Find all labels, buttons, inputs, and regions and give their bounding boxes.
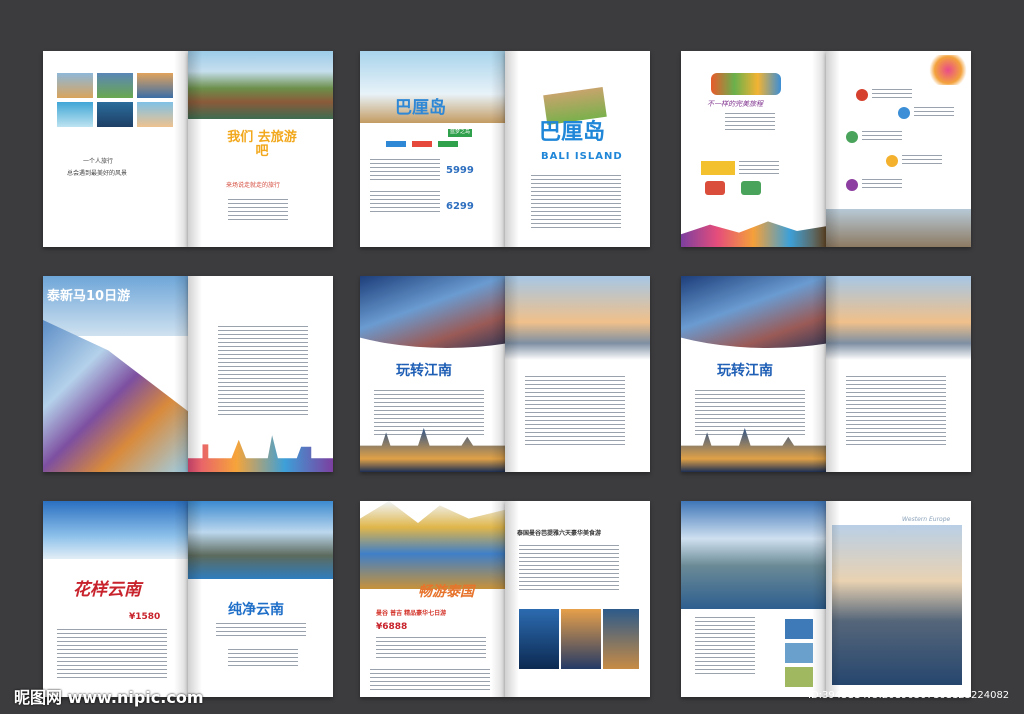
photo-church xyxy=(505,276,650,360)
paint-splash xyxy=(926,55,970,85)
title: 花样云南 xyxy=(73,580,141,600)
spread-8-left: 畅游泰国 曼谷 普吉 精品豪华七日游 ¥6888 xyxy=(360,501,505,697)
photo-thumb xyxy=(137,73,173,98)
spread-3-right xyxy=(826,51,971,247)
banner: 不一样的完美旅程 xyxy=(707,100,763,108)
spread-8-right: 泰国曼谷芭提雅六天豪华美食游 xyxy=(505,501,650,697)
spread-1-left: 一个人旅行 总会遇到最美好的风景 xyxy=(43,51,188,247)
spread-2-right: 巴厘岛 BALI ISLAND xyxy=(505,51,650,247)
photo-resort xyxy=(603,609,639,669)
title-en: Western Europe xyxy=(902,516,951,523)
spread-9-right: Western Europe xyxy=(826,501,971,697)
photo-village xyxy=(188,501,333,579)
watermark-id: ID:394311 NO:20190307161123224082 xyxy=(808,690,1010,701)
photo-collage xyxy=(43,320,188,472)
spread-3-left: 不一样的完美旅程 xyxy=(681,51,826,247)
title-en: BALI ISLAND xyxy=(541,151,623,162)
city-photo xyxy=(826,209,971,247)
spread-1-right: 我们 去旅游吧 来场说走就走的旅行 xyxy=(188,51,333,247)
photo-thumb xyxy=(785,619,813,639)
watermark-site: 昵图网 www.nipic.com xyxy=(14,688,204,707)
photo-hero xyxy=(188,51,333,119)
price: ¥1580 xyxy=(129,612,161,622)
tag: 蓝梦之岛 xyxy=(448,129,473,137)
title: 巴厘岛 xyxy=(539,120,606,145)
spread-7-left: 花样云南 ¥1580 xyxy=(43,501,188,697)
spread-7-right: 纯净云南 xyxy=(188,501,333,697)
tagline: 一个人旅行 xyxy=(83,158,114,165)
photo-banner xyxy=(360,276,505,348)
title: 泰新马10日游 xyxy=(47,289,131,304)
title: 纯净云南 xyxy=(228,602,284,618)
photo-thumb xyxy=(57,73,93,98)
photo-lake xyxy=(43,501,188,559)
price: 6299 xyxy=(446,201,474,212)
photo-banner xyxy=(681,276,826,348)
price: ¥6888 xyxy=(376,622,408,632)
title: 畅游泰国 xyxy=(418,584,474,600)
title: 玩转江南 xyxy=(717,363,773,379)
spread-2-left: 巴厘岛 蓝梦之岛 5999 6299 xyxy=(360,51,505,247)
price: 5999 xyxy=(446,165,474,176)
spread-5-left: 玩转江南 xyxy=(360,276,505,472)
spread-6-right xyxy=(826,276,971,472)
title: 玩转江南 xyxy=(396,363,452,379)
hex-photos xyxy=(711,73,781,95)
photo-castle xyxy=(681,501,826,609)
spread-6-left: 玩转江南 xyxy=(681,276,826,472)
photo-thumb xyxy=(137,102,173,127)
photo-resort xyxy=(519,609,559,669)
photo-temple xyxy=(360,501,505,589)
spread-5-right xyxy=(505,276,650,472)
spread-9-left xyxy=(681,501,826,697)
spread-4-right xyxy=(188,276,333,472)
photo-church xyxy=(832,525,962,685)
spread-4-left: 泰新马10日游 xyxy=(43,276,188,472)
tagline: 总会遇到最美好的风景 xyxy=(67,170,128,177)
subtitle: 来场说走就走的旅行 xyxy=(226,182,281,189)
hero-title: 我们 去旅游吧 xyxy=(227,130,297,160)
photo-resort xyxy=(561,609,601,669)
skyline xyxy=(188,435,333,472)
photo-thumb xyxy=(57,102,93,127)
photo-thumb xyxy=(97,102,133,127)
photo-church xyxy=(826,276,971,360)
title: 巴厘岛 xyxy=(395,98,446,118)
photo-thumb xyxy=(97,73,133,98)
photo-thumb xyxy=(785,643,813,663)
photo-thumb xyxy=(785,667,813,687)
subtitle: 曼谷 普吉 精品豪华七日游 xyxy=(376,610,447,617)
headline: 泰国曼谷芭提雅六天豪华美食游 xyxy=(517,530,602,537)
